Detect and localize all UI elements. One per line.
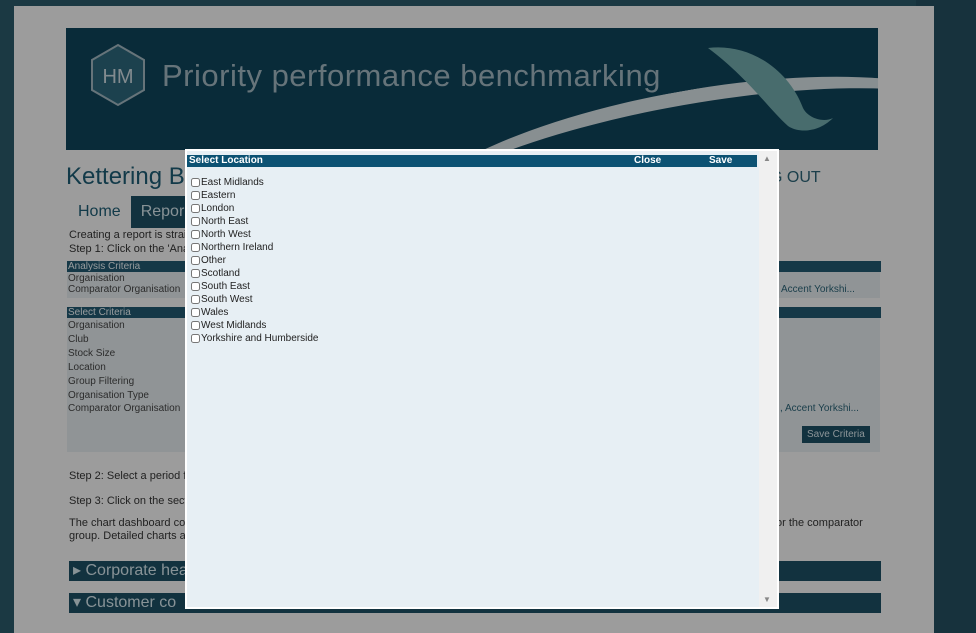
location-checkbox[interactable] — [191, 243, 200, 252]
location-item[interactable]: Scotland — [191, 267, 318, 280]
close-button[interactable]: Close — [634, 155, 661, 167]
location-checkbox[interactable] — [191, 295, 200, 304]
location-checkbox[interactable] — [191, 269, 200, 278]
scroll-up-icon[interactable]: ▲ — [763, 154, 771, 163]
location-checkbox[interactable] — [191, 230, 200, 239]
location-item[interactable]: West Midlands — [191, 319, 318, 332]
location-checkbox[interactable] — [191, 282, 200, 291]
location-label: East Midlands — [201, 177, 264, 188]
location-item[interactable]: Yorkshire and Humberside — [191, 332, 318, 345]
dialog-title: Select Location — [189, 155, 263, 166]
location-item[interactable]: Northern Ireland — [191, 241, 318, 254]
save-button[interactable]: Save — [709, 155, 732, 167]
location-label: Eastern — [201, 190, 236, 201]
location-item[interactable]: Wales — [191, 306, 318, 319]
location-label: Yorkshire and Humberside — [201, 333, 319, 344]
dialog-scrollbar[interactable]: ▲ ▼ — [759, 151, 777, 607]
location-item[interactable]: East Midlands — [191, 176, 318, 189]
location-label: North East — [201, 216, 249, 227]
location-label: South East — [201, 281, 250, 292]
location-checkbox[interactable] — [191, 217, 200, 226]
scroll-down-icon[interactable]: ▼ — [763, 595, 771, 604]
location-checkbox[interactable] — [191, 178, 200, 187]
location-checkbox[interactable] — [191, 191, 200, 200]
location-checkbox[interactable] — [191, 204, 200, 213]
location-label: Wales — [201, 307, 229, 318]
dialog-header: Select Location Close Save — [187, 155, 757, 167]
location-item[interactable]: South East — [191, 280, 318, 293]
location-label: West Midlands — [201, 320, 267, 331]
select-location-dialog: Select Location Close Save East Midlands… — [185, 149, 779, 609]
location-item[interactable]: Other — [191, 254, 318, 267]
location-checkbox[interactable] — [191, 256, 200, 265]
location-label: London — [201, 203, 235, 214]
dialog-body: Select Location Close Save East Midlands… — [187, 151, 759, 607]
location-label: Other — [201, 255, 227, 266]
location-item[interactable]: London — [191, 202, 318, 215]
location-item[interactable]: Eastern — [191, 189, 318, 202]
location-item[interactable]: North West — [191, 228, 318, 241]
location-item[interactable]: North East — [191, 215, 318, 228]
location-label: Scotland — [201, 268, 240, 279]
location-item[interactable]: South West — [191, 293, 318, 306]
location-list: East Midlands Eastern London North East Nort… — [191, 176, 318, 345]
location-label: Northern Ireland — [201, 242, 274, 253]
location-label: North West — [201, 229, 251, 240]
location-checkbox[interactable] — [191, 321, 200, 330]
location-label: South West — [201, 294, 253, 305]
location-checkbox[interactable] — [191, 334, 200, 343]
location-checkbox[interactable] — [191, 308, 200, 317]
